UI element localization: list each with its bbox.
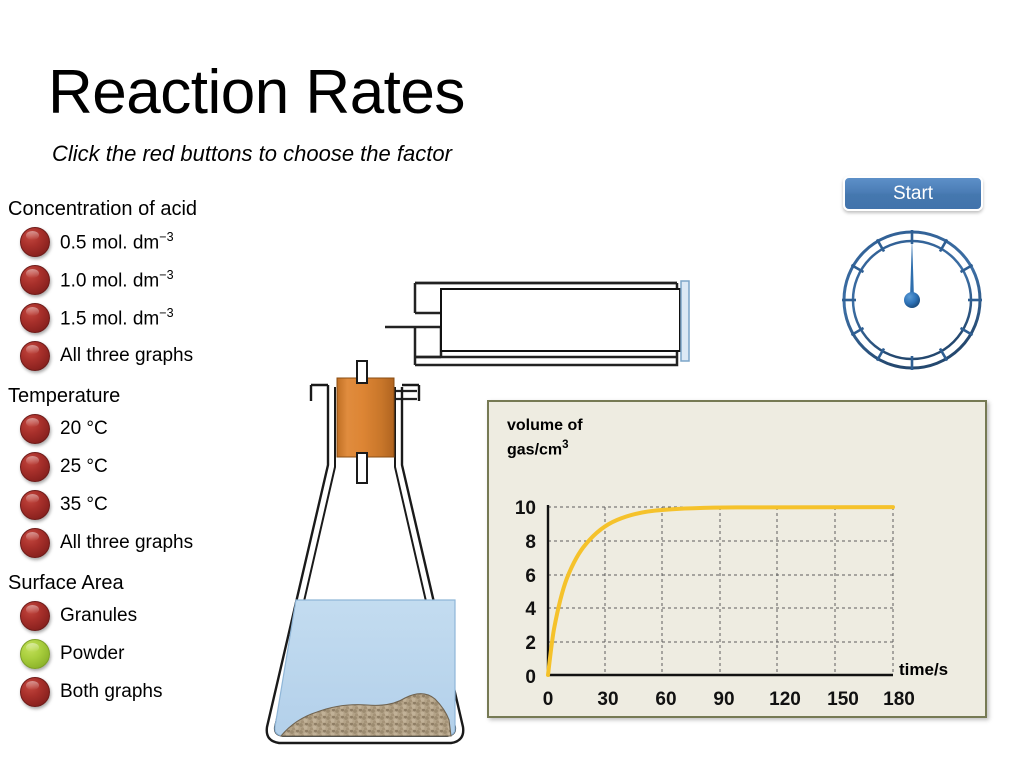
factor-option-label: Granules bbox=[60, 605, 138, 626]
factor-option-label: All three graphs bbox=[60, 345, 194, 366]
results-graph-panel: volume of gas/cm3 10 8 6 4 2 0 0 30 60 9… bbox=[487, 400, 987, 718]
clock-needle bbox=[910, 237, 914, 298]
factor-option-superscript: −3 bbox=[159, 229, 174, 244]
svg-text:180: 180 bbox=[883, 689, 915, 710]
svg-text:30: 30 bbox=[597, 689, 618, 710]
svg-text:8: 8 bbox=[525, 532, 536, 553]
red-button-icon[interactable] bbox=[20, 341, 50, 371]
factor-option-label: 0.5 mol. dm−3 bbox=[60, 229, 174, 254]
factor-option-superscript: −3 bbox=[159, 305, 174, 320]
syringe-end-plate bbox=[680, 280, 690, 362]
graph-gridlines-vertical bbox=[604, 507, 894, 675]
stopwatch-svg bbox=[842, 230, 982, 370]
factor-group-heading: Concentration of acid bbox=[8, 198, 198, 220]
factor-option-label: 25 °C bbox=[60, 456, 108, 477]
syringe-plunger bbox=[440, 288, 681, 352]
green-button-icon[interactable] bbox=[20, 639, 50, 669]
factor-option-label: 1.0 mol. dm−3 bbox=[60, 267, 174, 292]
start-button[interactable]: Start bbox=[843, 176, 983, 211]
graph-x-axis-label: time/s bbox=[899, 660, 949, 679]
page-subtitle: Click the red buttons to choose the fact… bbox=[52, 141, 452, 166]
red-button-icon[interactable] bbox=[20, 490, 50, 520]
red-button-icon[interactable] bbox=[20, 677, 50, 707]
svg-text:4: 4 bbox=[525, 599, 536, 620]
clock-hub bbox=[904, 292, 920, 308]
factor-option-label: Both graphs bbox=[60, 681, 163, 702]
red-button-icon[interactable] bbox=[20, 414, 50, 444]
graph-x-tick-labels: 0 30 60 90 120 150 180 bbox=[543, 689, 915, 710]
svg-text:0: 0 bbox=[525, 667, 536, 688]
factor-option-label: 1.5 mol. dm−3 bbox=[60, 305, 174, 330]
svg-text:90: 90 bbox=[713, 689, 734, 710]
svg-text:2: 2 bbox=[525, 633, 536, 654]
flask-bung bbox=[336, 377, 395, 458]
red-button-icon[interactable] bbox=[20, 452, 50, 482]
factor-option-label: 20 °C bbox=[60, 418, 108, 439]
red-button-icon[interactable] bbox=[20, 601, 50, 631]
svg-text:150: 150 bbox=[827, 689, 859, 710]
svg-text:60: 60 bbox=[655, 689, 676, 710]
svg-text:120: 120 bbox=[769, 689, 801, 710]
svg-text:0: 0 bbox=[543, 689, 554, 710]
factor-option-label: All three graphs bbox=[60, 532, 194, 553]
stopwatch-icon bbox=[840, 222, 990, 382]
svg-text:6: 6 bbox=[525, 566, 536, 587]
page-title: Reaction Rates bbox=[48, 58, 465, 127]
graph-y-tick-labels: 10 8 6 4 2 0 bbox=[515, 498, 537, 688]
red-button-icon[interactable] bbox=[20, 227, 50, 257]
factor-option-row[interactable]: 0.5 mol. dm−3 bbox=[0, 223, 300, 261]
red-button-icon[interactable] bbox=[20, 265, 50, 295]
factor-option-label: Powder bbox=[60, 643, 125, 664]
factor-option-superscript: −3 bbox=[159, 267, 174, 282]
red-button-icon[interactable] bbox=[20, 303, 50, 333]
red-button-icon[interactable] bbox=[20, 528, 50, 558]
factor-option-label: 35 °C bbox=[60, 494, 108, 515]
svg-text:10: 10 bbox=[515, 498, 536, 519]
